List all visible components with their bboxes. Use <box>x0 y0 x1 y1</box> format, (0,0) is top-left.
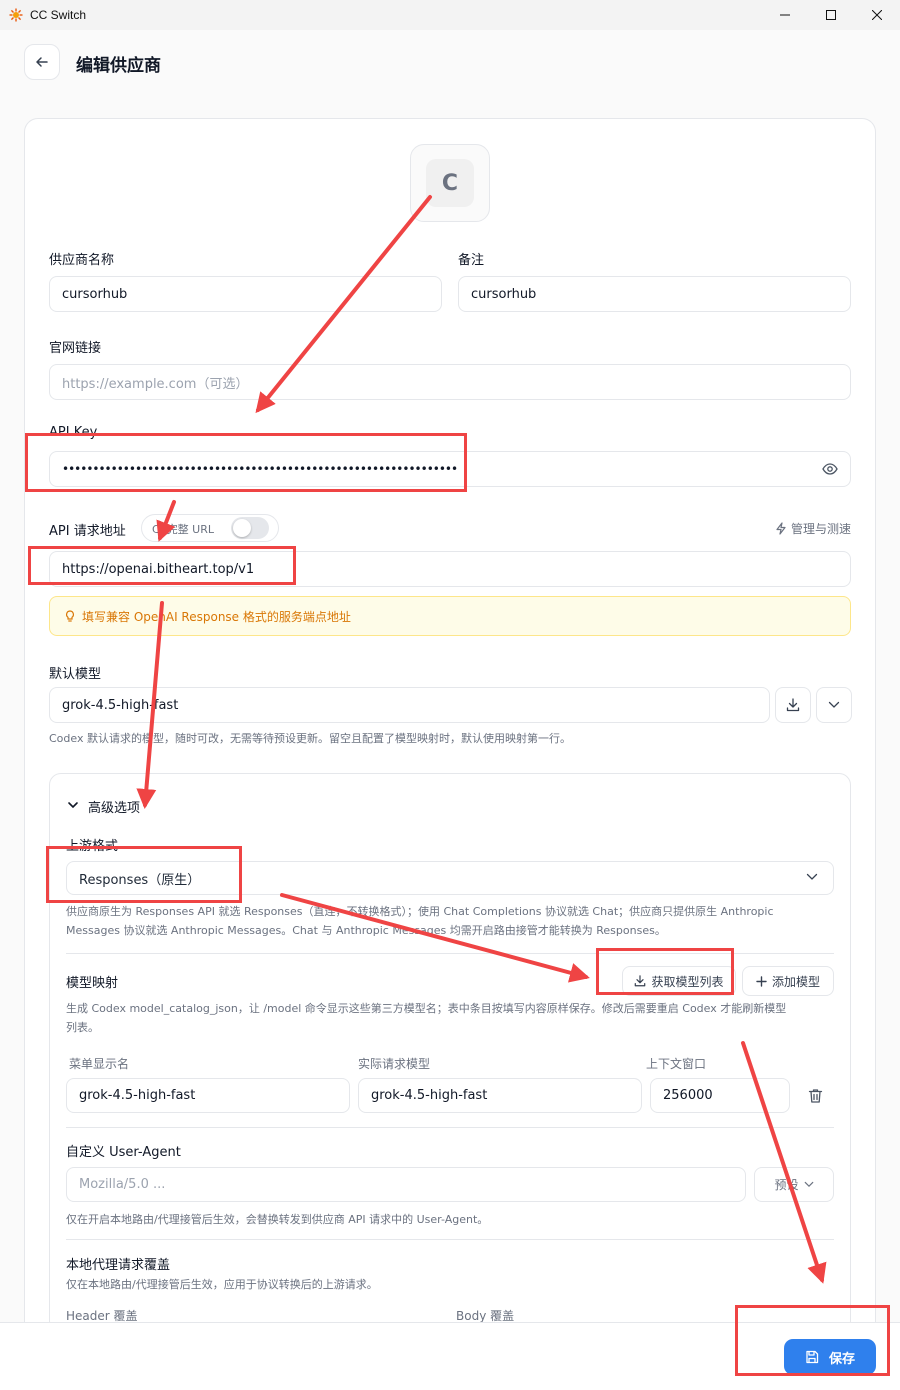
website-input[interactable]: https://example.com（可选） <box>49 364 851 400</box>
user-agent-label: 自定义 User-Agent <box>66 1145 181 1160</box>
add-model-label: 添加模型 <box>771 974 820 989</box>
column-header-request-model: 实际请求模型 <box>358 1057 431 1071</box>
upstream-format-value: Responses（原生） <box>79 872 201 888</box>
download-icon <box>635 975 646 987</box>
chevron-down-icon <box>806 873 818 880</box>
api-url-label: API 请求地址 <box>49 524 126 539</box>
mapping-display-name-input[interactable]: grok-4.5-high-fast <box>66 1078 350 1113</box>
trash-icon[interactable] <box>808 1088 823 1104</box>
proxy-override-label: 本地代理请求覆盖 <box>66 1258 171 1273</box>
website-label: 官网链接 <box>49 341 102 356</box>
proxy-override-hint: 仅在本地路由/代理接管后生效，应用于协议转换后的上游请求。 <box>66 1278 378 1291</box>
eye-icon[interactable] <box>822 462 838 476</box>
fetch-model-list-label: 获取模型列表 <box>651 974 724 989</box>
provider-avatar[interactable]: C <box>410 144 490 222</box>
manage-speedtest-label: 管理与测速 <box>790 522 851 536</box>
model-mapping-label: 模型映射 <box>66 976 119 991</box>
window-title: CC Switch <box>30 8 87 22</box>
provider-name-input[interactable]: cursorhub <box>49 276 442 312</box>
app-logo-icon <box>9 8 23 22</box>
full-url-switch-knob <box>233 519 251 537</box>
advanced-options-toggle[interactable]: 高级选项 <box>88 797 140 816</box>
arrow-left-icon <box>36 57 48 67</box>
divider <box>66 953 834 954</box>
column-header-display-name: 菜单显示名 <box>69 1057 130 1071</box>
bottom-action-bar <box>0 1322 900 1390</box>
api-url-notice-text: 填写兼容 OpenAI Response 格式的服务端点地址 <box>82 609 351 624</box>
page-title: 编辑供应商 <box>76 56 161 76</box>
provider-name-label: 供应商名称 <box>49 253 115 268</box>
back-button[interactable] <box>24 44 60 80</box>
title-bar: CC Switch <box>0 0 900 30</box>
maximize-button[interactable] <box>808 0 854 30</box>
advanced-options-card <box>49 773 851 1333</box>
default-model-hint: Codex 默认请求的模型，随时可改，无需等待预设更新。留空且配置了模型映射时，… <box>49 732 571 745</box>
user-agent-preset-label: 预设 <box>774 1178 799 1192</box>
minimize-button[interactable] <box>762 0 808 30</box>
model-mapping-hint-2: 列表。 <box>66 1021 99 1034</box>
default-model-input[interactable]: grok-4.5-high-fast <box>49 687 770 723</box>
remark-label: 备注 <box>458 253 485 268</box>
divider <box>66 1239 834 1240</box>
full-url-toggle-text: 完整 URL <box>166 523 215 536</box>
user-agent-preset-button[interactable]: 预设 <box>754 1167 834 1202</box>
default-model-dropdown-button[interactable] <box>816 687 852 723</box>
mapping-context-window-input[interactable]: 256000 <box>650 1078 790 1113</box>
api-url-notice: 填写兼容 OpenAI Response 格式的服务端点地址 <box>49 596 851 636</box>
default-model-label: 默认模型 <box>49 667 102 682</box>
fetch-model-list-button[interactable]: 获取模型列表 <box>622 966 736 996</box>
column-header-context-window: 上下文窗口 <box>646 1057 707 1071</box>
chevron-down-icon[interactable] <box>67 800 79 810</box>
chevron-down-icon <box>828 701 840 708</box>
close-window-button[interactable] <box>854 0 900 30</box>
download-icon <box>786 698 800 712</box>
api-key-label: API Key <box>49 425 98 440</box>
divider <box>66 1127 834 1128</box>
user-agent-input[interactable]: Mozilla/5.0 ... <box>66 1167 746 1202</box>
lightbulb-icon <box>66 609 74 622</box>
upstream-format-label: 上游格式 <box>66 839 119 854</box>
add-model-button[interactable]: 添加模型 <box>742 966 834 996</box>
remark-input[interactable]: cursorhub <box>458 276 851 312</box>
manage-speedtest-link[interactable]: 管理与测速 <box>775 520 851 537</box>
avatar-letter: C <box>426 159 474 207</box>
save-icon <box>806 1350 819 1364</box>
api-key-input[interactable]: ••••••••••••••••••••••••••••••••••••••••… <box>49 451 851 487</box>
full-url-toggle-label: C 完整 URL <box>152 521 214 537</box>
save-button-label: 保存 <box>828 1351 855 1367</box>
user-agent-hint: 仅在开启本地路由/代理接管后生效，会替换转发到供应商 API 请求中的 User… <box>66 1213 489 1226</box>
model-mapping-hint-1: 生成 Codex model_catalog_json，让 /model 命令显… <box>66 1002 787 1015</box>
mapping-request-model-input[interactable]: grok-4.5-high-fast <box>358 1078 642 1113</box>
upstream-format-select[interactable]: Responses（原生） <box>66 861 834 895</box>
fetch-default-model-button[interactable] <box>775 687 811 723</box>
plus-icon <box>756 975 767 987</box>
close-icon <box>872 10 882 20</box>
lightning-icon <box>776 522 786 535</box>
chevron-down-icon <box>804 1181 813 1187</box>
upstream-format-hint-1: 供应商原生为 Responses API 就选 Responses（直连，不转换… <box>66 905 774 918</box>
upstream-format-hint-2: Messages 协议就选 Anthropic Messages。Chat 与 … <box>66 924 666 937</box>
minimize-icon <box>780 14 790 16</box>
maximize-icon <box>826 10 836 20</box>
api-url-input[interactable]: https://openai.bitheart.top/v1 <box>49 551 851 587</box>
full-url-toggle-prefix: C <box>152 523 160 536</box>
save-button[interactable]: 保存 <box>784 1339 876 1375</box>
